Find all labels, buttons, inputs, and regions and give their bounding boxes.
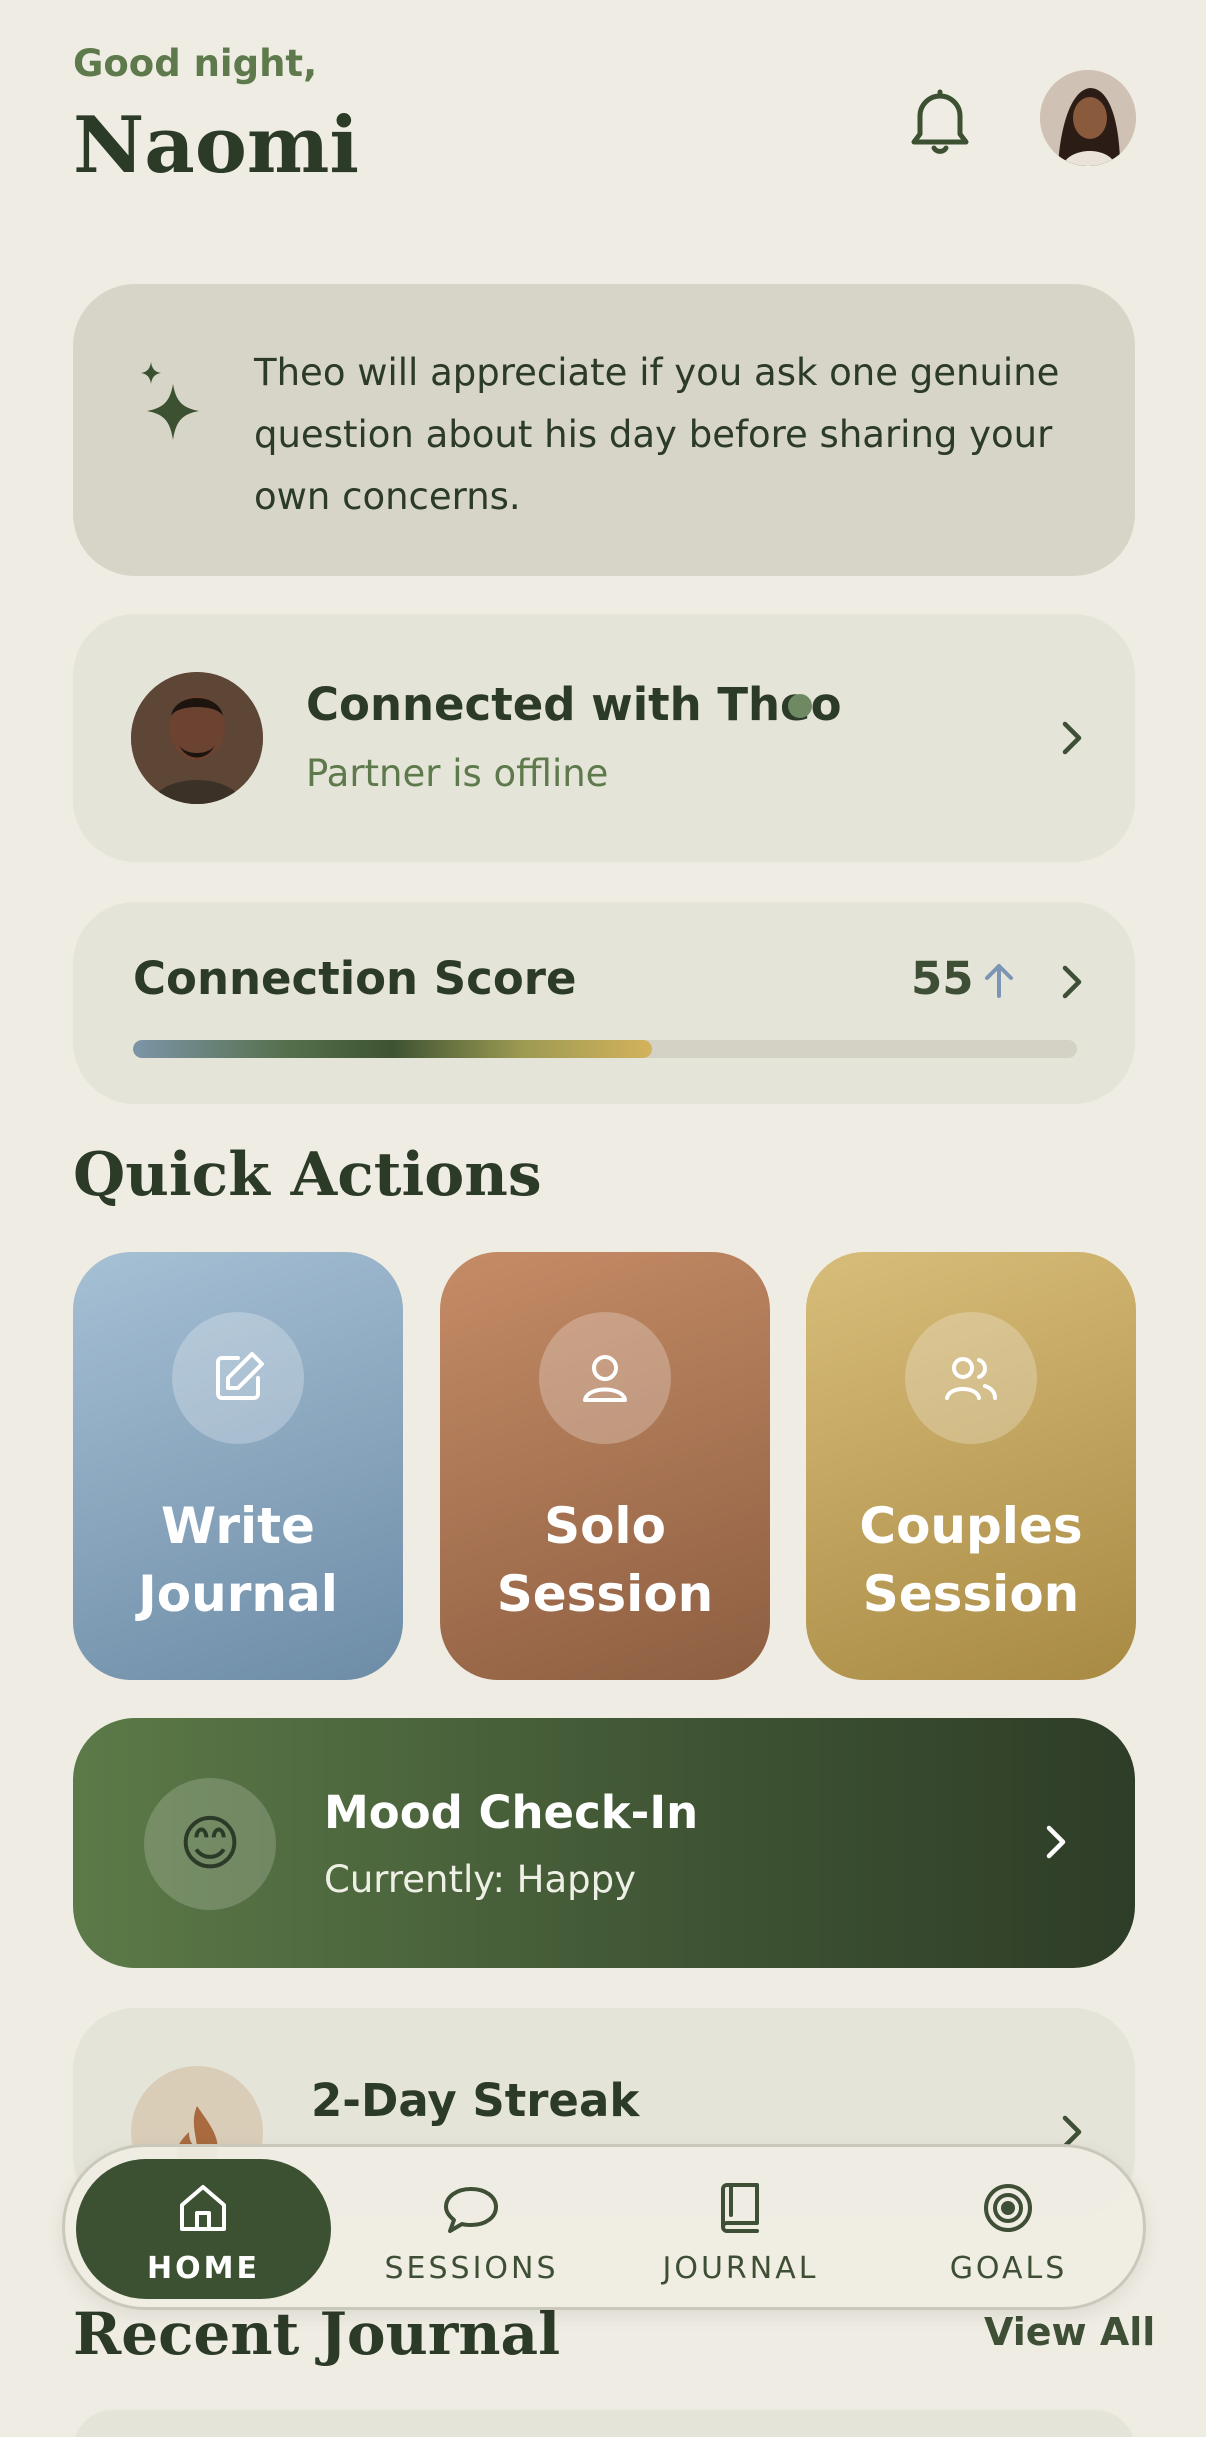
greeting: Good night,: [73, 42, 318, 85]
chevron-right-icon[interactable]: [1051, 718, 1091, 758]
quick-actions-title: Quick Actions: [73, 1140, 542, 1210]
label-line1: Write: [161, 1497, 315, 1555]
nav-label: GOALS: [949, 2251, 1068, 2286]
nav-label: SESSIONS: [384, 2251, 559, 2286]
mood-title: Mood Check-In: [324, 1786, 699, 1839]
people-icon: [945, 1357, 997, 1400]
streak-title: 2-Day Streak: [311, 2074, 640, 2127]
connection-score-card[interactable]: Connection Score 55: [73, 902, 1135, 1104]
nav-goals[interactable]: GOALS: [881, 2159, 1136, 2299]
partner-card[interactable]: Connected with Theo Partner is offline: [73, 614, 1135, 862]
partner-avatar: [131, 672, 263, 804]
view-all-link[interactable]: View All: [984, 2310, 1155, 2354]
nav-home[interactable]: HOME: [76, 2159, 331, 2299]
write-journal-label: Write Journal: [73, 1492, 403, 1628]
score-title: Connection Score: [133, 952, 577, 1005]
bell-icon[interactable]: [898, 78, 982, 162]
label-line2: Session: [862, 1565, 1080, 1623]
solo-icon-circle: [539, 1312, 671, 1444]
home-icon: [180, 2185, 226, 2231]
solo-session-button[interactable]: Solo Session: [440, 1252, 770, 1680]
couples-icon-circle: [905, 1312, 1037, 1444]
couples-session-button[interactable]: Couples Session: [806, 1252, 1136, 1680]
tip-text: Theo will appreciate if you ask one genu…: [254, 351, 1060, 518]
recent-journal-title: Recent Journal: [73, 2300, 561, 2368]
nav-sessions[interactable]: SESSIONS: [344, 2159, 599, 2299]
nav-label: JOURNAL: [662, 2251, 819, 2286]
solo-session-label: Solo Session: [440, 1492, 770, 1628]
user-name: Naomi: [73, 100, 360, 191]
couples-session-label: Couples Session: [806, 1492, 1136, 1628]
chevron-right-icon[interactable]: [1051, 962, 1091, 1002]
score-progress-fill: [133, 1040, 653, 1058]
edit-icon: [216, 1352, 264, 1400]
partner-status: Partner is offline: [306, 752, 609, 795]
label-line2: Journal: [138, 1565, 338, 1623]
tip-card: Theo will appreciate if you ask one genu…: [73, 284, 1135, 576]
score-progress-bar: [133, 1040, 1077, 1058]
write-icon-circle: [172, 1312, 304, 1444]
partner-title: Connected with Theo: [306, 678, 842, 731]
bottom-nav: HOME SESSIONS JOURNAL GOALS: [62, 2144, 1146, 2310]
mood-current: Currently: Happy: [324, 1858, 637, 1901]
person-icon: [583, 1355, 627, 1402]
arrow-up-icon: [981, 960, 1017, 1000]
book-icon: [721, 2183, 759, 2233]
nav-label: HOME: [147, 2251, 260, 2286]
chat-bubble-icon: [444, 2187, 498, 2233]
target-icon: [984, 2184, 1032, 2232]
score-value: 55: [911, 952, 974, 1005]
nav-journal[interactable]: JOURNAL: [613, 2159, 868, 2299]
sparkle-icon: [133, 354, 213, 444]
status-dot: [788, 694, 812, 718]
recent-journal-card[interactable]: [73, 2410, 1135, 2437]
label-line1: Couples: [859, 1497, 1083, 1555]
mood-check-in-card[interactable]: 😊 Mood Check-In Currently: Happy: [73, 1718, 1135, 1968]
smile-emoji-icon: 😊: [144, 1778, 276, 1910]
label-line2: Session: [496, 1565, 714, 1623]
avatar[interactable]: [1040, 70, 1136, 166]
chevron-right-icon[interactable]: [1035, 1822, 1075, 1862]
write-journal-button[interactable]: Write Journal: [73, 1252, 403, 1680]
label-line1: Solo: [544, 1497, 666, 1555]
